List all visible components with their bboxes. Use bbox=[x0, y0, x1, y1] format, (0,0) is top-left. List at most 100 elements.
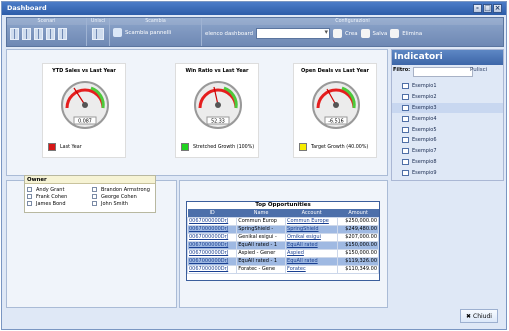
owner-item[interactable]: James Bond bbox=[27, 200, 88, 207]
gauge-legend: Stretched Growth (100%) bbox=[193, 144, 255, 150]
layout-option-1[interactable] bbox=[10, 28, 19, 40]
create-icon bbox=[333, 29, 343, 38]
top-opportunities-table: Top Opportunities ID Name Account Amount… bbox=[186, 201, 380, 281]
configurazioni-group: Configurazioni elenco dashboard Crea Sal… bbox=[202, 18, 503, 46]
layout-option-2[interactable] bbox=[22, 28, 31, 40]
gauge-legend: Target Growth (40.00%) bbox=[311, 144, 369, 150]
clear-filter-button[interactable]: Pulisci bbox=[470, 67, 487, 73]
gauge-dial: 52.33 bbox=[194, 81, 242, 129]
gauges-panel: YTD Sales vs Last Year 0.087 Last Year W… bbox=[6, 49, 388, 176]
indicator-list: Esempio1 Esempio2 Esempio3 Esempio4 Esem… bbox=[392, 81, 503, 178]
unisci-label: Unisci bbox=[87, 18, 109, 25]
checkbox[interactable] bbox=[92, 187, 97, 192]
dashboard-window: Dashboard - □ × Scenari Unisci Scambia S… bbox=[1, 1, 507, 330]
toolbar: Scenari Unisci Scambia Scambia pannelli bbox=[6, 17, 504, 47]
checkbox[interactable] bbox=[92, 201, 97, 206]
gauge-dial: -6.516 bbox=[312, 81, 360, 129]
gauge-value: 52.33 bbox=[211, 119, 225, 125]
checkbox[interactable] bbox=[92, 194, 97, 199]
scambia-label: Scambia bbox=[110, 18, 201, 25]
close-button[interactable]: × bbox=[493, 4, 502, 13]
checkbox[interactable] bbox=[27, 194, 32, 199]
table-row: 0067000000DrJ Aspied - Gener Aspied $150,00… bbox=[186, 248, 379, 258]
table-title: Top Opportunities bbox=[255, 202, 311, 208]
configurazioni-label: Configurazioni bbox=[202, 18, 503, 25]
create-button[interactable]: Crea bbox=[345, 31, 357, 37]
gauge-value: 0.087 bbox=[78, 119, 92, 125]
document-icon bbox=[402, 169, 409, 176]
title-bar: Dashboard - □ × bbox=[2, 2, 506, 15]
document-icon bbox=[402, 83, 409, 90]
filter-input[interactable] bbox=[413, 67, 473, 77]
merge-icon[interactable] bbox=[92, 28, 104, 40]
gauge-card-2: Win Ratio vs Last Year 52.33 Stretched G… bbox=[175, 63, 259, 158]
layout-option-3[interactable] bbox=[34, 28, 43, 40]
table-row: 0067000000DrJ EquAll rated - 1 EquAll rate… bbox=[186, 240, 379, 250]
indicator-item[interactable]: Esempio1 bbox=[392, 81, 503, 92]
close-icon: ✖ bbox=[466, 313, 472, 320]
indicator-item[interactable]: Esempio5 bbox=[392, 124, 503, 135]
owner-filter: Owner Andy Grant Brandon Armstrong Frank… bbox=[24, 175, 156, 213]
indicator-item[interactable]: Esempio9 bbox=[392, 167, 503, 178]
indicator-item[interactable]: Esempio6 bbox=[392, 135, 503, 146]
owner-item[interactable]: Andy Grant bbox=[27, 186, 88, 193]
scenari-group: Scenari bbox=[7, 18, 87, 46]
save-button[interactable]: Salva bbox=[373, 31, 388, 37]
legend-swatch-red bbox=[48, 143, 56, 151]
table-row: 0067000000DrJ Foratec - Gene Foratec $110,3… bbox=[186, 264, 379, 274]
indicator-item[interactable]: Esempio2 bbox=[392, 92, 503, 103]
owner-item[interactable]: John Smith bbox=[92, 200, 153, 207]
legend-swatch-yellow bbox=[299, 143, 307, 151]
document-icon bbox=[402, 115, 409, 122]
unisci-group: Unisci bbox=[87, 18, 110, 46]
document-icon bbox=[402, 104, 409, 111]
swap-panels-button[interactable]: Scambia pannelli bbox=[125, 30, 171, 36]
gauge-card-3: Open Deals vs Last Year -6.516 Target Gr… bbox=[293, 63, 377, 158]
minimize-button[interactable]: - bbox=[473, 4, 482, 13]
scenari-label: Scenari bbox=[7, 18, 86, 25]
delete-button[interactable]: Elimina bbox=[402, 31, 422, 37]
checkbox[interactable] bbox=[27, 201, 32, 206]
indicatori-sidebar: Indicatori Filtro: Pulisci Esempio1 Esem… bbox=[391, 49, 504, 181]
column-id[interactable]: ID bbox=[187, 209, 237, 217]
document-icon bbox=[402, 158, 409, 165]
indicator-item[interactable]: Esempio7 bbox=[392, 146, 503, 157]
gauge-card-1: YTD Sales vs Last Year 0.087 Last Year bbox=[42, 63, 126, 158]
close-dashboard-button[interactable]: ✖ Chiudi bbox=[460, 309, 498, 323]
owner-item[interactable]: Brandon Armstrong bbox=[92, 186, 153, 193]
table-row: 0067000000DrJ Commun Europ Commun Europe $2… bbox=[186, 216, 379, 226]
document-icon bbox=[402, 148, 409, 155]
dashboard-list-label: elenco dashboard bbox=[205, 30, 254, 37]
owner-item[interactable]: Frank Cohen bbox=[27, 193, 88, 200]
maximize-button[interactable]: □ bbox=[483, 4, 492, 13]
table-row: 0067000000DrJ SpringShield - SpringShield $… bbox=[186, 224, 379, 234]
indicator-item[interactable]: Esempio4 bbox=[392, 113, 503, 124]
swap-icon bbox=[113, 28, 122, 37]
table-row: 0067000000DrJ Genikal esigui - Omikal esig… bbox=[186, 232, 379, 242]
column-amount[interactable]: Amount bbox=[337, 209, 379, 217]
gauge-legend: Last Year bbox=[60, 144, 82, 150]
save-icon bbox=[360, 29, 370, 38]
scambia-group: Scambia Scambia pannelli bbox=[110, 18, 202, 46]
legend-swatch-green bbox=[181, 143, 189, 151]
document-icon bbox=[402, 94, 409, 101]
gauge-value: -6.516 bbox=[328, 119, 343, 125]
layout-option-4[interactable] bbox=[46, 28, 55, 40]
sidebar-title: Indicatori bbox=[392, 50, 503, 65]
document-icon bbox=[402, 137, 409, 144]
checkbox[interactable] bbox=[27, 187, 32, 192]
window-title: Dashboard bbox=[7, 4, 47, 12]
column-account[interactable]: Account bbox=[285, 209, 338, 217]
table-row: 0067000000DrJ EquAll rated - 1 EquAll rate… bbox=[186, 256, 379, 266]
owner-item[interactable]: George Cohen bbox=[92, 193, 153, 200]
owner-header: Owner bbox=[25, 176, 155, 184]
dashboard-select[interactable] bbox=[256, 28, 331, 39]
indicator-item[interactable]: Esempio8 bbox=[392, 157, 503, 168]
layout-option-5[interactable] bbox=[58, 28, 67, 40]
gauge-dial: 0.087 bbox=[61, 81, 109, 129]
indicator-item-selected[interactable]: Esempio3 bbox=[392, 102, 503, 114]
document-icon bbox=[402, 126, 409, 133]
column-name[interactable]: Name bbox=[236, 209, 286, 217]
filter-label: Filtro: bbox=[393, 67, 411, 73]
delete-icon bbox=[390, 29, 400, 38]
